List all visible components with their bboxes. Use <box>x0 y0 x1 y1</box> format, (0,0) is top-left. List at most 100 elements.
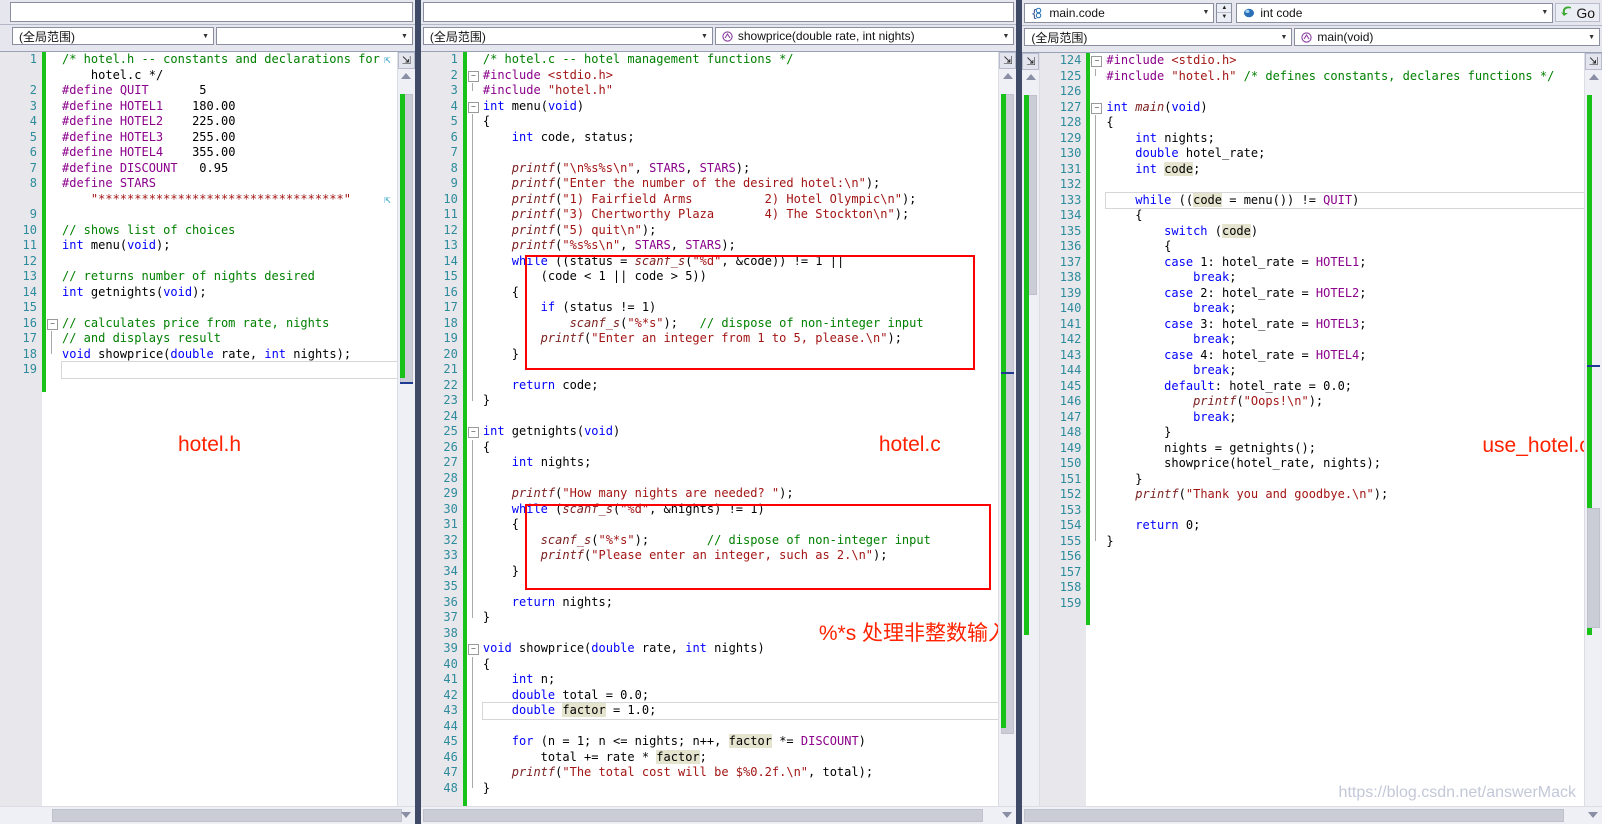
code-line[interactable]: case 4: hotel_rate = HOTEL4; <box>1106 348 1584 364</box>
split-view-button-right-outer[interactable]: ⇲ <box>1022 53 1040 70</box>
code-line[interactable] <box>483 362 999 378</box>
code-line[interactable]: printf("Oops!\n"); <box>1106 394 1584 410</box>
code-line[interactable]: { <box>1106 115 1584 131</box>
scroll-up-arrow-icon[interactable] <box>1002 73 1013 79</box>
navigate-stepper[interactable]: ▲ ▼ <box>1216 2 1233 23</box>
fold-collapse-icon[interactable]: − <box>1091 102 1103 114</box>
code-line[interactable] <box>62 254 397 270</box>
code-line[interactable]: scanf_s("%*s"); // dispose of non-intege… <box>483 533 999 549</box>
code-editor-left[interactable]: 1 2 3 4 5 6 7 8 9 10 11 12 13 14 15 16 17 18 19 − ⇱ ⇱ hote… <box>0 52 415 806</box>
stepper-up-icon[interactable]: ▲ <box>1217 4 1232 13</box>
code-line[interactable] <box>62 207 397 223</box>
code-line[interactable]: int nights; <box>483 455 999 471</box>
code-line[interactable]: while ((status = scanf_s("%d", &code)) !… <box>483 254 999 270</box>
code-line[interactable]: switch (code) <box>1106 223 1584 240</box>
code-line[interactable]: } <box>483 610 999 626</box>
code-line[interactable]: double total = 0.0; <box>483 688 999 704</box>
code-line[interactable]: { <box>483 657 999 673</box>
code-line[interactable]: // and displays result <box>62 331 397 347</box>
code-line[interactable]: { <box>483 285 999 301</box>
hscroll-thumb-left[interactable] <box>52 809 402 822</box>
code-line[interactable] <box>483 626 999 642</box>
scope-dropdown-mid[interactable]: (全局范围) ▼ <box>422 27 713 45</box>
scroll-right-arrow-icon[interactable] <box>400 812 411 818</box>
code-line[interactable]: break; <box>1106 301 1584 317</box>
code-line[interactable]: (code < 1 || code > 5)) <box>483 269 999 285</box>
code-line[interactable]: { <box>1106 208 1584 224</box>
code-line[interactable]: break; <box>1106 363 1584 379</box>
code-line[interactable]: /* hotel.c -- hotel management functions… <box>483 52 999 68</box>
code-text-left[interactable]: ⇱ ⇱ hotel.h /* hotel.h -- constants and … <box>58 52 397 806</box>
code-line[interactable]: #define QUIT 5 <box>62 83 397 99</box>
code-line[interactable] <box>483 145 999 161</box>
scroll-up-arrow-icon[interactable] <box>1025 74 1036 80</box>
vscroll-thumb-right[interactable] <box>1587 508 1600 628</box>
code-line[interactable] <box>1106 565 1584 581</box>
code-line[interactable]: int menu(void); <box>62 238 397 254</box>
hscroll-thumb-right[interactable] <box>1024 809 1565 822</box>
code-line[interactable]: #define HOTEL4 355.00 <box>62 145 397 161</box>
code-line[interactable] <box>1106 549 1584 565</box>
code-editor-right[interactable]: ⇲ 124 125 126 127 128 129 130 131 132 133 134 135 13… <box>1022 53 1602 806</box>
code-line[interactable]: double hotel_rate; <box>1106 146 1584 162</box>
code-line[interactable]: { <box>483 114 999 130</box>
fold-collapse-icon[interactable]: − <box>1091 56 1103 67</box>
code-text-mid[interactable]: hotel.c %*s 处理非整数输入 /* hotel.c -- hotel … <box>478 52 999 806</box>
code-line[interactable]: while ((code = menu()) != QUIT) <box>1105 191 1584 209</box>
code-line[interactable]: break; <box>1106 410 1584 426</box>
code-line[interactable]: { <box>1106 239 1584 255</box>
code-line[interactable]: showprice(hotel_rate, nights); <box>1106 456 1584 472</box>
code-line[interactable]: scanf_s("%*s"); // dispose of non-intege… <box>483 316 999 332</box>
code-line[interactable]: printf("How many nights are needed? "); <box>483 486 999 502</box>
member-dropdown-mid[interactable]: showprice(double rate, int nights) ▼ <box>714 27 1015 45</box>
scroll-right-arrow-icon[interactable] <box>1002 812 1013 818</box>
code-line[interactable]: int n; <box>483 672 999 688</box>
code-line[interactable]: while (scanf_s("%d", &nights) != 1) <box>483 502 999 518</box>
symbol-dropdown-right[interactable]: int code ▼ <box>1236 2 1554 23</box>
code-line[interactable]: } <box>1106 534 1584 550</box>
code-line[interactable]: printf("Enter the number of the desired … <box>483 176 999 192</box>
code-line[interactable] <box>1106 84 1584 100</box>
fold-column-right[interactable]: − − <box>1090 53 1103 806</box>
split-view-button-right[interactable]: ⇲ <box>1585 53 1602 70</box>
scope-dropdown-right[interactable]: (全局范围) ▼ <box>1024 28 1293 46</box>
code-line[interactable]: int menu(void) <box>483 99 999 115</box>
code-line[interactable]: return nights; <box>483 595 999 611</box>
code-line[interactable]: int nights; <box>1106 131 1584 147</box>
code-line[interactable] <box>483 471 999 487</box>
code-line[interactable]: "**********************************" <box>62 192 397 208</box>
fold-collapse-icon[interactable]: − <box>467 644 479 655</box>
code-line[interactable]: if (status != 1) <box>483 300 999 316</box>
code-editor-mid[interactable]: 1 2 3 4 5 6 7 8 9 10 11 12 13 14 15 16 17 18 19 20 21 22 23 24 2… <box>420 52 1017 806</box>
fold-collapse-icon[interactable]: − <box>47 318 58 330</box>
code-line[interactable]: // calculates price from rate, nights <box>62 316 397 332</box>
code-line[interactable]: double factor = 1.0; <box>481 702 999 720</box>
code-line[interactable]: printf("Please enter an integer, such as… <box>483 548 999 564</box>
code-line[interactable] <box>483 719 999 735</box>
code-line[interactable]: int code; <box>1106 161 1584 178</box>
code-line[interactable]: #define DISCOUNT 0.95 <box>62 161 397 177</box>
code-line[interactable] <box>62 300 397 316</box>
code-line[interactable]: case 1: hotel_rate = HOTEL1; <box>1106 255 1584 271</box>
code-line[interactable]: printf("%s%s\n", STARS, STARS); <box>483 238 999 254</box>
fold-column-mid[interactable]: − − − − <box>466 52 479 806</box>
file-dropdown-right[interactable]: { main.code ▼ <box>1024 2 1215 23</box>
left-top-blank-field[interactable] <box>10 2 413 22</box>
member-dropdown-left[interactable]: ▼ <box>216 27 413 45</box>
code-line[interactable]: } <box>483 781 999 797</box>
code-line[interactable] <box>483 579 999 595</box>
scroll-up-arrow-icon[interactable] <box>1588 74 1599 80</box>
scroll-right-arrow-icon[interactable] <box>1588 812 1598 818</box>
code-line[interactable]: printf("3) Chertworthy Plaza 4) The Stoc… <box>483 207 999 223</box>
vertical-scrollbar-right[interactable]: ⇲ <box>1584 53 1602 806</box>
code-line[interactable]: #include "hotel.h" /* defines constants,… <box>1106 69 1584 85</box>
fold-column-left[interactable]: − <box>46 52 58 806</box>
code-line[interactable]: } <box>483 564 999 580</box>
code-line[interactable]: #include <stdio.h> <box>1106 53 1584 69</box>
code-line[interactable] <box>1106 177 1584 193</box>
split-view-button-mid[interactable]: ⇲ <box>999 52 1017 69</box>
code-line[interactable]: printf("Enter an integer from 1 to 5, pl… <box>483 331 999 347</box>
code-line[interactable]: case 2: hotel_rate = HOTEL2; <box>1106 286 1584 302</box>
code-line[interactable]: int getnights(void) <box>483 424 999 440</box>
code-text-right[interactable]: use_hotel.c #include <stdio.h> #include "… <box>1102 53 1584 806</box>
